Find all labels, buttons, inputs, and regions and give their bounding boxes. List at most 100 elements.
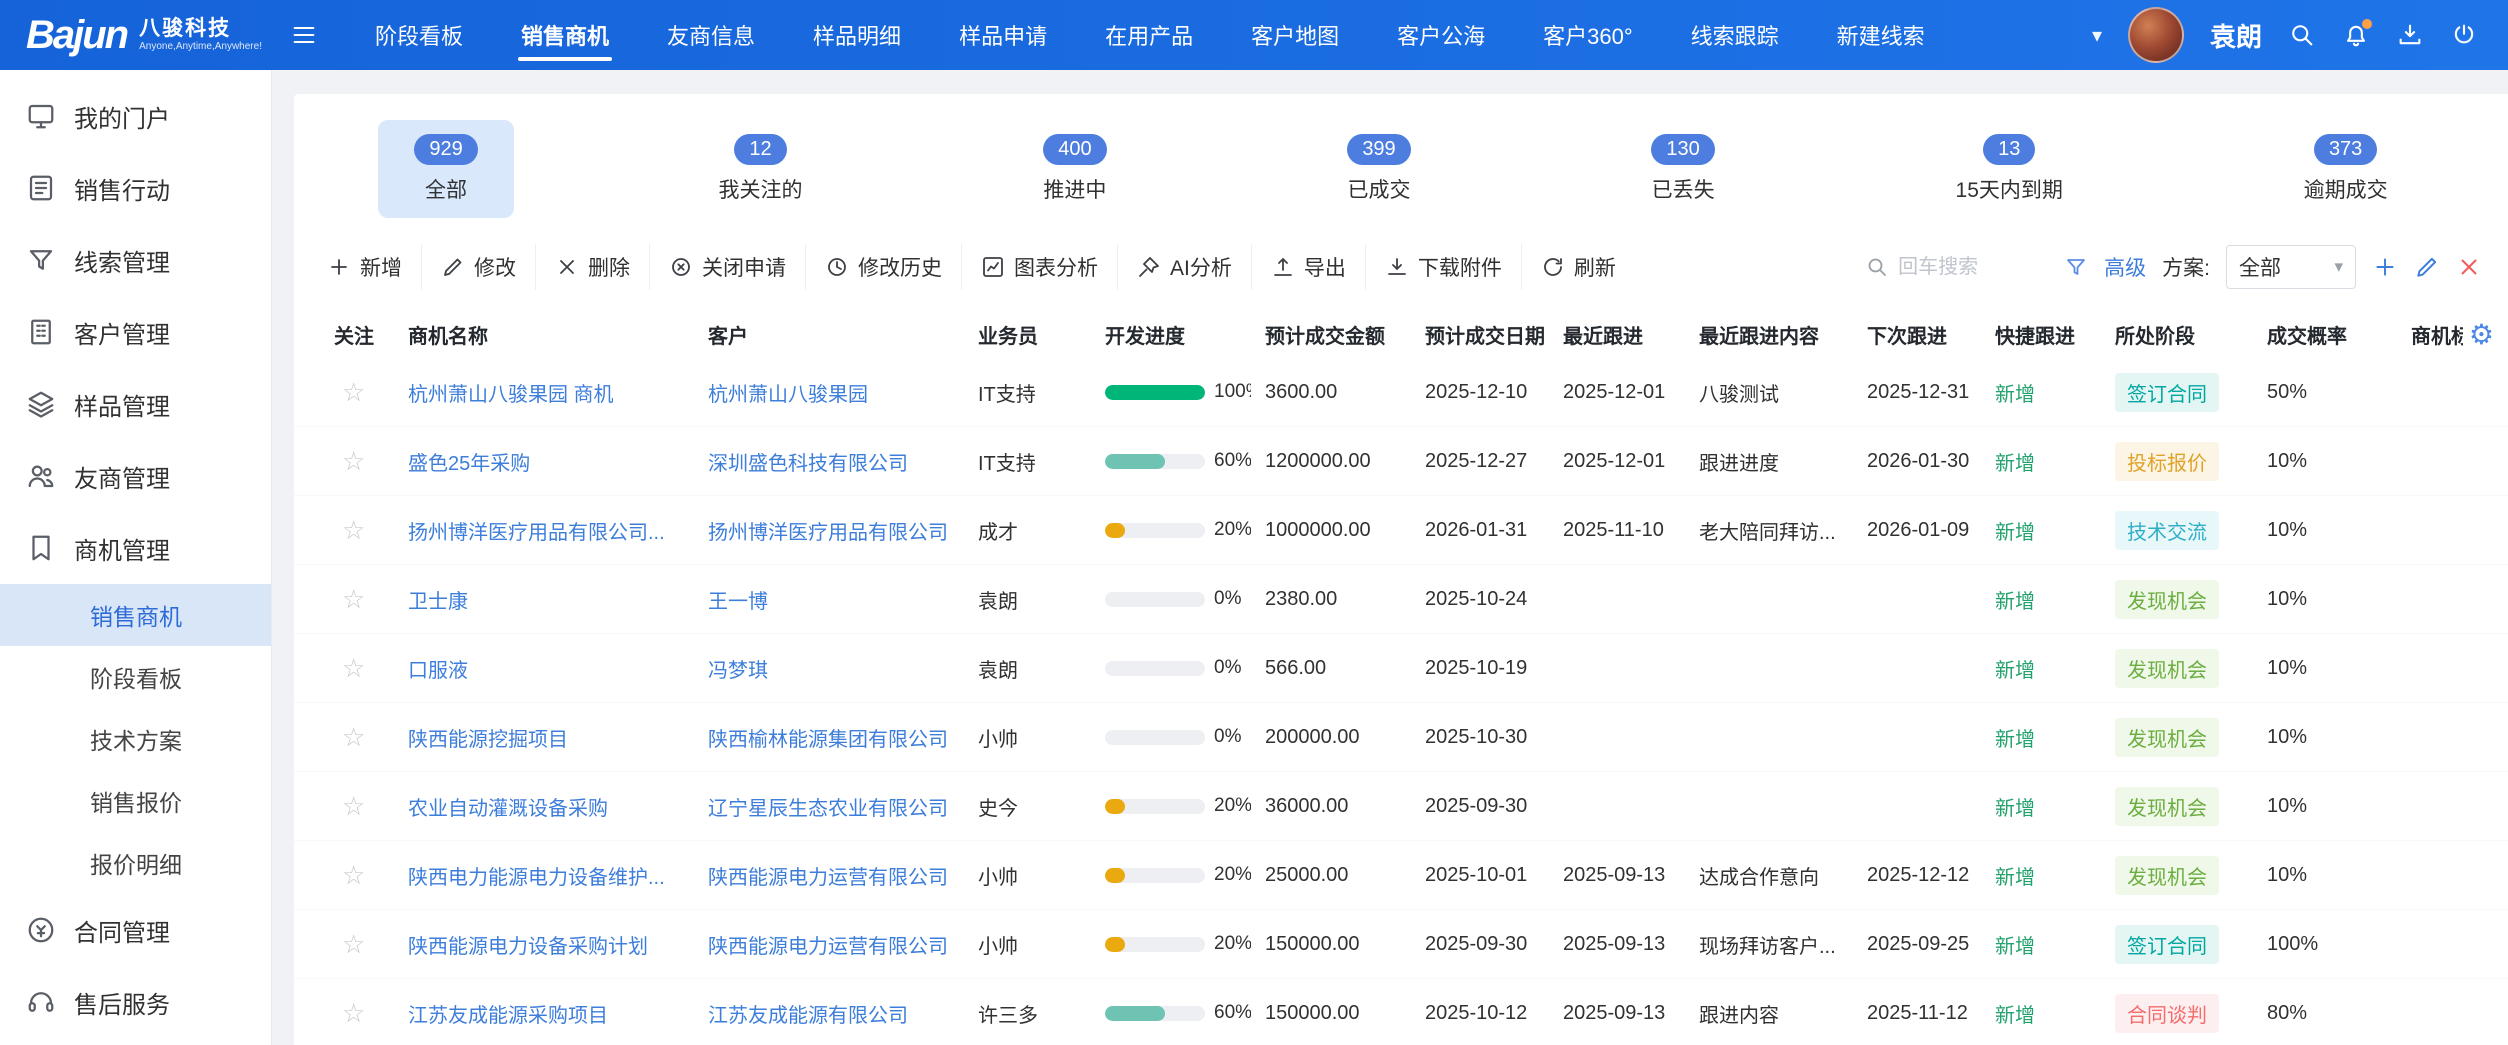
download-attachment-button[interactable]: 下载附件 xyxy=(1366,244,1522,290)
favorite-star-icon[interactable]: ☆ xyxy=(342,998,365,1029)
column-header[interactable]: 预计成交金额 xyxy=(1251,320,1411,349)
customer-link[interactable]: 冯梦琪 xyxy=(708,660,768,682)
sidebar-subitem-stage-board[interactable]: 阶段看板 xyxy=(0,646,271,708)
export-button[interactable]: 导出 xyxy=(1252,244,1366,290)
opportunity-name-link[interactable]: 卫士康 xyxy=(408,591,468,613)
nav-tab[interactable]: 新建线索 xyxy=(1808,0,1954,70)
sidebar-item-portal[interactable]: 我的门户 xyxy=(0,80,271,152)
quick-follow-link[interactable]: 新增 xyxy=(1995,591,2035,613)
column-header[interactable]: 成交概率 xyxy=(2253,320,2397,349)
stat-filter[interactable]: 400 推进中 xyxy=(1007,120,1142,218)
favorite-star-icon[interactable]: ☆ xyxy=(342,377,365,408)
stat-filter[interactable]: 399 已成交 xyxy=(1311,120,1446,218)
stat-filter[interactable]: 130 已丢失 xyxy=(1615,120,1750,218)
sidebar-item-leads[interactable]: 线索管理 xyxy=(0,224,271,296)
chart-analysis-button[interactable]: 图表分析 xyxy=(962,244,1118,290)
quick-follow-link[interactable]: 新增 xyxy=(1995,453,2035,475)
column-settings-icon[interactable]: ⚙ xyxy=(2463,318,2494,351)
column-header[interactable]: 下次跟进 xyxy=(1853,320,1981,349)
sidebar-subitem-quote-detail[interactable]: 报价明细 xyxy=(0,832,271,894)
user-avatar[interactable] xyxy=(2128,7,2184,63)
add-scheme-icon[interactable] xyxy=(2372,254,2398,280)
sidebar-item-samples[interactable]: 样品管理 xyxy=(0,368,271,440)
quick-follow-link[interactable]: 新增 xyxy=(1995,867,2035,889)
notifications-button[interactable] xyxy=(2342,21,2370,49)
download-center-button[interactable] xyxy=(2396,21,2424,49)
scheme-select[interactable]: 全部 ▾ xyxy=(2226,245,2356,289)
quick-follow-link[interactable]: 新增 xyxy=(1995,1005,2035,1027)
quick-follow-link[interactable]: 新增 xyxy=(1995,384,2035,406)
nav-tab[interactable]: 线索跟踪 xyxy=(1662,0,1808,70)
add-button[interactable]: 新增 xyxy=(308,244,422,290)
nav-tab[interactable]: 友商信息 xyxy=(638,0,784,70)
opportunity-name-link[interactable]: 陕西电力能源电力设备维护... xyxy=(408,867,665,889)
table-search-input[interactable] xyxy=(1898,256,2048,279)
favorite-star-icon[interactable]: ☆ xyxy=(342,584,365,615)
sidebar-item-opportunities[interactable]: 商机管理 xyxy=(0,512,271,584)
sidebar-item-partners[interactable]: 友商管理 xyxy=(0,440,271,512)
opportunity-name-link[interactable]: 扬州博洋医疗用品有限公司... xyxy=(408,522,665,544)
opportunity-name-link[interactable]: 农业自动灌溉设备采购 xyxy=(408,798,608,820)
customer-link[interactable]: 江苏友成能源有限公司 xyxy=(708,1005,908,1027)
table-row[interactable]: ☆ 杭州萧山八骏果园 商机 杭州萧山八骏果园 IT支持 100% 3600.00… xyxy=(294,358,2508,427)
customer-link[interactable]: 深圳盛色科技有限公司 xyxy=(708,453,908,475)
column-header[interactable]: 最近跟进 xyxy=(1549,320,1685,349)
edit-scheme-icon[interactable] xyxy=(2414,254,2440,280)
nav-tab[interactable]: 客户地图 xyxy=(1222,0,1368,70)
column-header[interactable]: 客户 xyxy=(694,320,964,349)
edit-button[interactable]: 修改 xyxy=(422,244,536,290)
quick-follow-link[interactable]: 新增 xyxy=(1995,522,2035,544)
advanced-search-link[interactable]: 高级 xyxy=(2104,252,2146,282)
table-row[interactable]: ☆ 陕西电力能源电力设备维护... 陕西能源电力运营有限公司 小帅 20% 25… xyxy=(294,841,2508,910)
delete-scheme-icon[interactable] xyxy=(2456,254,2482,280)
delete-button[interactable]: 删除 xyxy=(536,244,650,290)
quick-follow-link[interactable]: 新增 xyxy=(1995,660,2035,682)
column-header[interactable]: 预计成交日期 xyxy=(1411,320,1549,349)
stat-filter[interactable]: 929 全部 xyxy=(378,120,513,218)
history-button[interactable]: 修改历史 xyxy=(806,244,962,290)
sidebar-item-after-sales[interactable]: 售后服务 xyxy=(0,966,271,1038)
opportunity-name-link[interactable]: 江苏友成能源采购项目 xyxy=(408,1005,608,1027)
table-row[interactable]: ☆ 扬州博洋医疗用品有限公司... 扬州博洋医疗用品有限公司 成才 20% 10… xyxy=(294,496,2508,565)
filter-icon[interactable] xyxy=(2064,255,2088,279)
tabs-overflow-button[interactable]: ▾ xyxy=(2092,23,2102,48)
opportunity-name-link[interactable]: 口服液 xyxy=(408,660,468,682)
nav-tab[interactable]: 客户公海 xyxy=(1368,0,1514,70)
quick-follow-link[interactable]: 新增 xyxy=(1995,798,2035,820)
customer-link[interactable]: 辽宁星辰生态农业有限公司 xyxy=(708,798,948,820)
global-search-button[interactable] xyxy=(2288,21,2316,49)
table-row[interactable]: ☆ 农业自动灌溉设备采购 辽宁星辰生态农业有限公司 史今 20% 36000.0… xyxy=(294,772,2508,841)
favorite-star-icon[interactable]: ☆ xyxy=(342,446,365,477)
quick-follow-link[interactable]: 新增 xyxy=(1995,936,2035,958)
table-row[interactable]: ☆ 江苏友成能源采购项目 江苏友成能源有限公司 许三多 60% 150000.0… xyxy=(294,979,2508,1045)
table-row[interactable]: ☆ 口服液 冯梦琪 袁朗 0% 566.00 2025-10-19 新增 发现机… xyxy=(294,634,2508,703)
favorite-star-icon[interactable]: ☆ xyxy=(342,791,365,822)
favorite-star-icon[interactable]: ☆ xyxy=(342,929,365,960)
stat-filter[interactable]: 13 15天内到期 xyxy=(1920,120,2099,218)
customer-link[interactable]: 陕西能源电力运营有限公司 xyxy=(708,936,948,958)
sidebar-item-contracts[interactable]: 合同管理 xyxy=(0,894,271,966)
user-name[interactable]: 袁朗 xyxy=(2210,17,2262,54)
column-header[interactable]: 开发进度 xyxy=(1091,320,1251,349)
nav-tab[interactable]: 销售商机 xyxy=(492,0,638,70)
customer-link[interactable]: 陕西能源电力运营有限公司 xyxy=(708,867,948,889)
sidebar-item-sales-actions[interactable]: 销售行动 xyxy=(0,152,271,224)
favorite-star-icon[interactable]: ☆ xyxy=(342,860,365,891)
quick-follow-link[interactable]: 新增 xyxy=(1995,729,2035,751)
nav-tab[interactable]: 在用产品 xyxy=(1076,0,1222,70)
logout-button[interactable] xyxy=(2450,21,2478,49)
sidebar-subitem-sales-opportunities[interactable]: 销售商机 xyxy=(0,584,271,646)
customer-link[interactable]: 王一博 xyxy=(708,591,768,613)
customer-link[interactable]: 陕西榆林能源集团有限公司 xyxy=(708,729,948,751)
table-row[interactable]: ☆ 盛色25年采购 深圳盛色科技有限公司 IT支持 60% 1200000.00… xyxy=(294,427,2508,496)
sidebar-subitem-sales-quote[interactable]: 销售报价 xyxy=(0,770,271,832)
ai-analysis-button[interactable]: AI分析 xyxy=(1118,244,1252,290)
opportunity-name-link[interactable]: 陕西能源挖掘项目 xyxy=(408,729,568,751)
nav-tab[interactable]: 样品申请 xyxy=(930,0,1076,70)
sidebar-subitem-tech-solution[interactable]: 技术方案 xyxy=(0,708,271,770)
table-row[interactable]: ☆ 卫士康 王一博 袁朗 0% 2380.00 2025-10-24 新增 发现… xyxy=(294,565,2508,634)
sidebar-item-customers[interactable]: 客户管理 xyxy=(0,296,271,368)
column-header[interactable]: 关注 xyxy=(294,320,394,349)
menu-toggle-button[interactable] xyxy=(290,21,318,49)
column-header[interactable]: 商机名称 xyxy=(394,320,694,349)
